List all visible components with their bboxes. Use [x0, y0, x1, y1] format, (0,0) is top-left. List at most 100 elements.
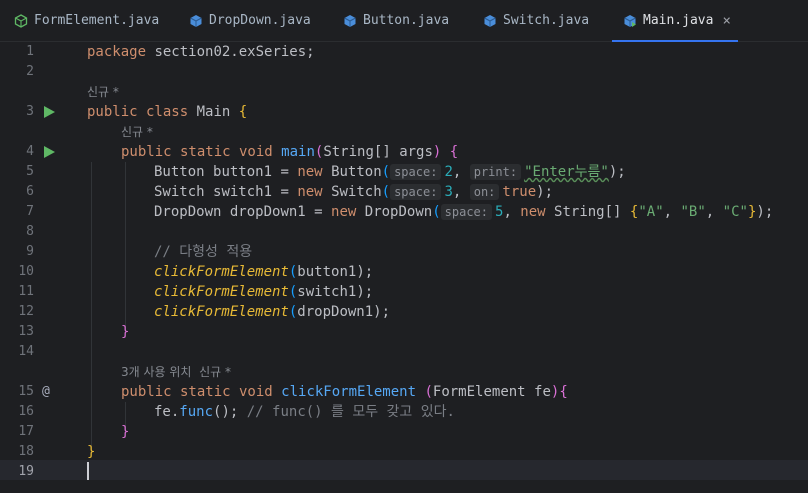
type-name: String[] — [323, 144, 391, 160]
parameter-hint: space: — [440, 204, 492, 220]
brace: } — [121, 424, 130, 440]
code-line-17: } — [121, 422, 129, 442]
indent-guide — [91, 162, 92, 452]
argument: switch1 — [297, 284, 357, 300]
operator: = — [272, 184, 298, 200]
type-name: FormElement — [432, 384, 526, 400]
method-call: clickFormElement — [154, 284, 289, 300]
string-literal: "A" — [638, 204, 664, 220]
constructor: DropDown — [364, 204, 433, 220]
package-name: section02.exSeries; — [146, 44, 315, 60]
line-number: 14 — [18, 344, 34, 359]
keyword: new — [331, 204, 357, 220]
code-line-13: } — [121, 322, 129, 342]
constructor: Switch — [331, 184, 382, 200]
code-line-16: fe.func(); // func() 를 모두 갖고 있다. — [154, 404, 455, 420]
line-number: 18 — [18, 444, 34, 459]
variable: switch1 — [213, 184, 273, 200]
code-line-11: clickFormElement(switch1); — [154, 284, 374, 300]
method-call: func — [179, 404, 214, 420]
boolean-literal: true — [502, 184, 537, 200]
current-line-highlight — [0, 460, 808, 480]
tab-dropdown-java[interactable]: DropDown.java — [189, 0, 311, 41]
parameter-hint: print: — [469, 164, 522, 180]
tab-label: FormElement.java — [34, 13, 160, 28]
line-number: 8 — [26, 224, 34, 239]
string-literal: "B" — [680, 204, 706, 220]
statement-end: ); — [608, 164, 626, 180]
code-vision-hint[interactable]: 신규 * — [121, 122, 153, 142]
class-icon — [484, 14, 496, 27]
line-number: 2 — [26, 64, 34, 79]
keyword: new — [520, 204, 546, 220]
implements-marker-icon[interactable]: @ — [42, 382, 50, 402]
paren: ) — [432, 144, 442, 160]
number-literal: 5 — [495, 204, 504, 220]
statement-end: ); — [356, 264, 374, 280]
number-literal: 3 — [444, 184, 453, 200]
line-number: 4 — [26, 144, 34, 159]
code-line-12: clickFormElement(dropDown1); — [154, 304, 391, 320]
line-number: 13 — [18, 324, 34, 339]
tab-formelement-java[interactable]: FormElement.java — [14, 0, 159, 41]
brace: } — [121, 324, 130, 340]
statement-end: ); — [536, 184, 553, 200]
type-name: Button — [154, 164, 205, 180]
variable: button1 — [213, 164, 273, 180]
editor-tab-bar: FormElement.java DropDown.java Button.ja… — [0, 0, 808, 42]
tab-main-java[interactable]: Main.java × — [612, 0, 738, 42]
code-editor[interactable]: 1 2 3 4 5 6 7 8 9 10 11 12 13 14 15 16 1… — [0, 42, 808, 493]
line-number: 6 — [26, 184, 34, 199]
method-name: clickFormElement — [281, 384, 417, 400]
keyword: public class — [87, 104, 189, 120]
brace: } — [87, 444, 96, 460]
run-icon[interactable] — [42, 105, 56, 119]
code-vision-hint[interactable]: 신규 * — [87, 82, 119, 102]
line-number: 9 — [26, 244, 34, 259]
keyword: new — [297, 164, 323, 180]
line-number: 3 — [26, 104, 34, 119]
line-number: 12 — [18, 304, 34, 319]
line-number: 17 — [18, 424, 34, 439]
line-number: 16 — [18, 404, 34, 419]
code-line-10: clickFormElement(button1); — [154, 264, 374, 280]
keyword: package — [87, 44, 147, 60]
code-line-6: Switch switch1 = new Switch(space: 3, on:… — [154, 184, 553, 200]
parameter-hint: on: — [469, 184, 500, 200]
tab-label: Main.java — [643, 13, 714, 28]
brace: { — [559, 384, 568, 400]
class-icon — [190, 14, 202, 27]
brace: { — [238, 104, 248, 120]
line-number: 7 — [26, 204, 34, 219]
type-name: String[] — [554, 204, 622, 220]
tab-label: DropDown.java — [209, 13, 311, 28]
type-name: Switch — [154, 184, 205, 200]
variable: fe — [154, 404, 171, 420]
param-name: args — [399, 144, 433, 160]
number-literal: 2 — [444, 164, 453, 180]
comment: // 다형성 적용 — [154, 244, 253, 260]
parameter-hint: space: — [390, 164, 442, 180]
line-number: 10 — [18, 264, 34, 279]
argument: button1 — [297, 264, 357, 280]
code-line-9: // 다형성 적용 — [154, 242, 252, 262]
string-literal: "Enter누름" — [524, 164, 609, 180]
class-name: Main — [196, 104, 231, 120]
line-number: 19 — [18, 464, 34, 479]
class-icon — [344, 14, 356, 27]
type-name: DropDown — [154, 204, 222, 220]
method-call: clickFormElement — [154, 264, 289, 280]
code-line-1: package section02.exSeries; — [87, 42, 315, 62]
line-number: 11 — [18, 284, 34, 299]
variable: dropDown1 — [229, 204, 306, 220]
keyword: new — [297, 184, 323, 200]
run-icon[interactable] — [42, 145, 56, 159]
param-name: fe — [534, 384, 551, 400]
tab-switch-java[interactable]: Switch.java — [483, 0, 589, 41]
code-vision-hint[interactable]: 3개 사용 위치 신규 * — [121, 362, 231, 382]
method-name: main — [281, 144, 315, 160]
tab-button-java[interactable]: Button.java — [343, 0, 449, 41]
close-tab-icon[interactable]: × — [722, 13, 730, 29]
code-line-18: } — [87, 442, 95, 462]
operator: = — [272, 164, 298, 180]
